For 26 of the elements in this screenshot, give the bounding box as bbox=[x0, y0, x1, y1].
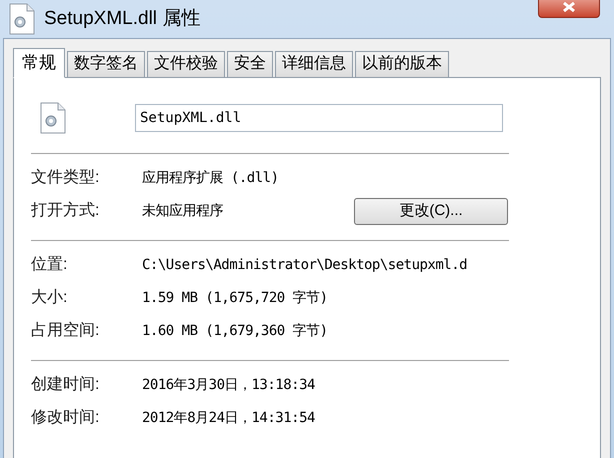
window-title: SetupXML.dll 属性 bbox=[44, 6, 200, 31]
field-value: 1.60 MB (1,679,360 字节) bbox=[142, 322, 329, 340]
field-label: 占用空间: bbox=[31, 320, 100, 341]
field-label: 位置: bbox=[31, 255, 68, 275]
field-value: 应用程序扩展 (.dll) bbox=[142, 168, 280, 188]
field-value: 2012年8月24日，14:31:54 bbox=[142, 408, 316, 428]
tab[interactable]: 安全 bbox=[227, 51, 273, 77]
field-value: 1.59 MB (1,675,720 字节) bbox=[142, 288, 329, 308]
tab[interactable]: 详细信息 bbox=[275, 51, 353, 77]
field-value: 未知应用程序 bbox=[142, 202, 224, 220]
field-value: 2016年3月30日，13:18:34 bbox=[142, 376, 316, 394]
tab[interactable]: 文件校验 bbox=[147, 51, 225, 77]
field-label: 文件类型: bbox=[31, 168, 100, 188]
field-value: C:\Users\Administrator\Desktop\setupxml.d bbox=[142, 256, 468, 274]
field-label: 打开方式: bbox=[31, 200, 100, 221]
file-name-field[interactable]: SetupXML.dll bbox=[135, 104, 503, 132]
field-label: 大小: bbox=[31, 288, 68, 308]
tab[interactable]: 数字签名 bbox=[67, 51, 145, 77]
field-label: 创建时间: bbox=[31, 374, 100, 395]
close-button[interactable] bbox=[538, 0, 600, 18]
field-label: 修改时间: bbox=[31, 408, 100, 428]
tab[interactable]: 常规 bbox=[13, 48, 65, 78]
close-icon bbox=[562, 2, 576, 12]
change-button[interactable]: 更改(C)... bbox=[354, 198, 508, 224]
file-icon bbox=[8, 3, 36, 35]
tab[interactable]: 以前的版本 bbox=[355, 51, 449, 77]
